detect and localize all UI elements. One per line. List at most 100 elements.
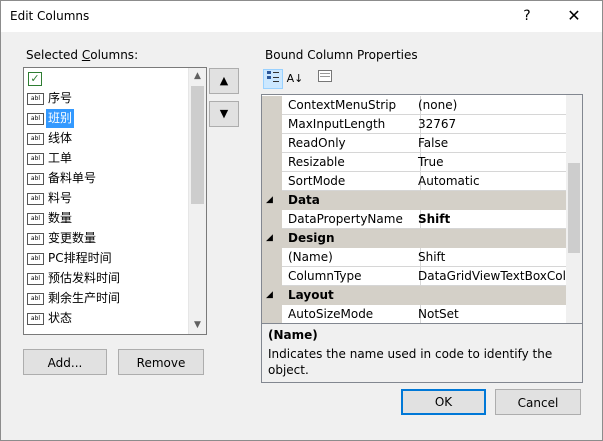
grid-category[interactable]: ◢ Design [262, 229, 566, 248]
list-item[interactable]: abl 剩余生产时间 [26, 289, 184, 308]
window-title: Edit Columns [10, 9, 90, 23]
title-bar[interactable]: Edit Columns ? ✕ [1, 1, 602, 32]
grid-row[interactable]: ReadOnly False [262, 134, 569, 153]
property-toolbar: A↓ [261, 69, 332, 91]
list-item[interactable]: abl 班别 [26, 109, 184, 128]
grid-row[interactable]: (Name) Shift [262, 248, 569, 267]
collapse-icon[interactable]: ◢ [266, 229, 273, 248]
checkbox-column-icon: ✓ [28, 72, 42, 86]
text-column-icon: abl [27, 113, 44, 125]
grid-row-margin [262, 153, 282, 172]
selected-columns-list[interactable]: abl 状态 abl 剩余生产时间 abl 预估发料时间 abl PC排程时间 abl 变更数量 a… [23, 67, 207, 335]
property-value[interactable]: False [415, 134, 569, 153]
grid-row[interactable]: ContextMenuStrip (none) [262, 96, 569, 115]
property-value[interactable]: (none) [415, 96, 569, 115]
text-column-icon: abl [27, 293, 44, 305]
arrow-up-icon: ▲ [219, 74, 229, 87]
grid-row-margin [262, 115, 282, 134]
grid-scroll-thumb[interactable] [568, 163, 580, 253]
property-name[interactable]: (Name) [282, 248, 421, 267]
categorized-icon[interactable] [263, 69, 283, 89]
property-name[interactable]: ColumnType [282, 267, 421, 286]
list-item[interactable]: abl 状态 [26, 309, 184, 328]
list-item[interactable]: abl 预估发料时间 [26, 269, 184, 288]
scroll-up-arrow-icon[interactable]: ▲ [189, 68, 206, 85]
cancel-button[interactable]: Cancel [495, 389, 581, 415]
text-column-icon: abl [27, 273, 44, 285]
help-button[interactable]: ? [513, 5, 541, 27]
property-name[interactable]: Resizable [282, 153, 421, 172]
grid-row[interactable]: AutoSizeMode NotSet [262, 305, 569, 323]
alphabetical-icon[interactable]: A↓ [285, 69, 305, 89]
collapse-icon[interactable]: ◢ [266, 286, 273, 305]
grid-row[interactable]: Resizable True [262, 153, 569, 172]
property-value[interactable]: Shift [415, 248, 569, 267]
list-item[interactable]: abl 线体 [26, 129, 184, 148]
grid-category[interactable]: ◢ Data [262, 191, 566, 210]
property-name[interactable]: SortMode [282, 172, 421, 191]
list-item-label: 数量 [48, 211, 73, 225]
property-value[interactable]: 32767 [415, 115, 569, 134]
description-title: (Name) [268, 328, 318, 342]
list-item[interactable]: abl 变更数量 [26, 229, 184, 248]
list-item-label: 线体 [48, 131, 73, 145]
property-name[interactable]: AutoSizeMode [282, 305, 421, 323]
property-value[interactable]: Shift [415, 210, 569, 229]
text-column-icon: abl [27, 313, 44, 325]
category-label: Design [288, 231, 335, 245]
property-value[interactable]: Automatic [415, 172, 569, 191]
remove-button[interactable]: Remove [118, 349, 204, 375]
list-item-label: PC排程时间 [48, 251, 112, 265]
list-scrollbar[interactable]: ▲ ▼ [188, 68, 206, 334]
description-panel: (Name) Indicates the name used in code t… [261, 323, 583, 383]
category-label: Data [288, 193, 320, 207]
text-column-icon: abl [27, 173, 44, 185]
arrow-down-icon: ▼ [219, 107, 229, 120]
list-item-label: 状态 [48, 311, 73, 325]
property-grid[interactable]: AutoSizeMode NotSet ◢ Layout ColumnType DataG… [261, 94, 583, 324]
grid-row[interactable]: DataPropertyName Shift [262, 210, 569, 229]
scroll-down-arrow-icon[interactable]: ▼ [189, 317, 206, 334]
move-down-button[interactable]: ▼ [209, 101, 239, 127]
ok-button[interactable]: OK [401, 389, 486, 415]
grid-category[interactable]: ◢ Layout [262, 286, 566, 305]
list-item[interactable]: abl 备料单号 [26, 169, 184, 188]
property-name[interactable]: ReadOnly [282, 134, 421, 153]
list-item[interactable]: abl PC排程时间 [26, 249, 184, 268]
grid-row[interactable]: ColumnType DataGridViewTextBoxColu [262, 267, 569, 286]
list-item[interactable]: abl 料号 [26, 189, 184, 208]
add-button[interactable]: Add... [23, 349, 107, 375]
property-value[interactable]: DataGridViewTextBoxColu [415, 267, 569, 286]
close-button[interactable]: ✕ [560, 5, 588, 27]
text-column-icon: abl [27, 253, 44, 265]
grid-row-margin [262, 305, 282, 323]
list-item-label: 工单 [48, 151, 73, 165]
grid-row-margin [262, 210, 282, 229]
list-item[interactable]: abl 工单 [26, 149, 184, 168]
text-column-icon: abl [27, 93, 44, 105]
property-value[interactable]: NotSet [415, 305, 569, 323]
category-label: Layout [288, 288, 334, 302]
property-name[interactable]: ContextMenuStrip [282, 96, 421, 115]
grid-row-margin [262, 267, 282, 286]
list-item-label: 备料单号 [48, 171, 97, 185]
collapse-icon[interactable]: ◢ [266, 191, 273, 210]
grid-row[interactable]: SortMode Automatic [262, 172, 569, 191]
list-item[interactable]: ✓ [26, 69, 184, 88]
property-name[interactable]: MaxInputLength [282, 115, 421, 134]
move-up-button[interactable]: ▲ [209, 68, 239, 94]
text-column-icon: abl [27, 233, 44, 245]
bound-column-properties-label: Bound Column Properties [265, 48, 418, 62]
grid-row-margin [262, 248, 282, 267]
list-item[interactable]: abl 数量 [26, 209, 184, 228]
list-item-label: 变更数量 [48, 231, 97, 245]
edit-columns-dialog: Edit Columns ? ✕ Selected Columns: abl 状态… [0, 0, 603, 441]
scroll-thumb[interactable] [191, 86, 204, 204]
list-item[interactable]: abl 序号 [26, 89, 184, 108]
grid-row[interactable]: MaxInputLength 32767 [262, 115, 569, 134]
property-name[interactable]: DataPropertyName [282, 210, 421, 229]
grid-scrollbar[interactable] [566, 95, 582, 323]
property-pages-icon[interactable] [315, 69, 335, 89]
property-value[interactable]: True [415, 153, 569, 172]
list-item-label: 剩余生产时间 [48, 291, 121, 305]
